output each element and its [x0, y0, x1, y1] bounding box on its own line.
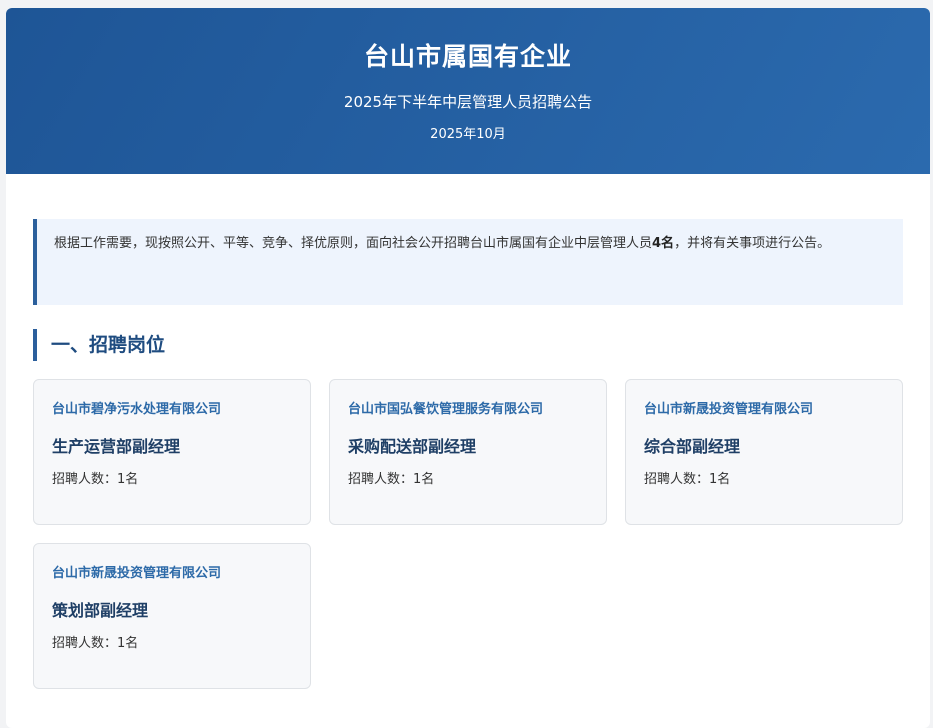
page-header: 台山市属国有企业 2025年下半年中层管理人员招聘公告 2025年10月 [6, 8, 930, 174]
intro-count: 4名 [652, 236, 675, 251]
position-card: 台山市碧净污水处理有限公司 生产运营部副经理 招聘人数：1名 [33, 379, 311, 525]
position-card: 台山市新晟投资管理有限公司 策划部副经理 招聘人数：1名 [33, 543, 311, 689]
company-name: 台山市新晟投资管理有限公司 [644, 402, 814, 417]
position-card: 台山市新晟投资管理有限公司 综合部副经理 招聘人数：1名 [625, 379, 903, 525]
page-subtitle: 2025年下半年中层管理人员招聘公告 [343, 93, 593, 111]
position-title: 采购配送部副经理 [348, 437, 477, 456]
position-title: 策划部副经理 [52, 601, 149, 620]
company-name: 台山市新晟投资管理有限公司 [52, 566, 222, 581]
position-title: 生产运营部副经理 [52, 437, 181, 456]
intro-text-end: ，并将有关事项进行公告。 [674, 236, 831, 251]
intro-notice: 根据工作需要，现按照公开、平等、竞争、择优原则，面向社会公开招聘台山市属国有企业… [33, 219, 903, 305]
section-title-positions: 一、招聘岗位 [33, 329, 903, 361]
hire-count: 招聘人数：1名 [348, 472, 435, 487]
intro-text: 根据工作需要，现按照公开、平等、竞争、择优原则，面向社会公开招聘台山市属国有企业… [54, 236, 653, 251]
hire-count: 招聘人数：1名 [644, 472, 731, 487]
position-title: 综合部副经理 [644, 437, 741, 456]
page-title: 台山市属国有企业 [363, 42, 572, 71]
main-content: 根据工作需要，现按照公开、平等、竞争、择优原则，面向社会公开招聘台山市属国有企业… [6, 174, 930, 689]
hire-count: 招聘人数：1名 [52, 636, 139, 651]
position-cards: 台山市碧净污水处理有限公司 生产运营部副经理 招聘人数：1名 台山市国弘餐饮管理… [33, 379, 903, 689]
hire-count: 招聘人数：1名 [52, 472, 139, 487]
publish-date: 2025年10月 [430, 127, 506, 142]
position-card: 台山市国弘餐饮管理服务有限公司 采购配送部副经理 招聘人数：1名 [329, 379, 607, 525]
company-name: 台山市国弘餐饮管理服务有限公司 [348, 402, 544, 417]
announcement-page: 台山市属国有企业 2025年下半年中层管理人员招聘公告 2025年10月 根据工… [6, 8, 930, 728]
company-name: 台山市碧净污水处理有限公司 [52, 402, 222, 417]
